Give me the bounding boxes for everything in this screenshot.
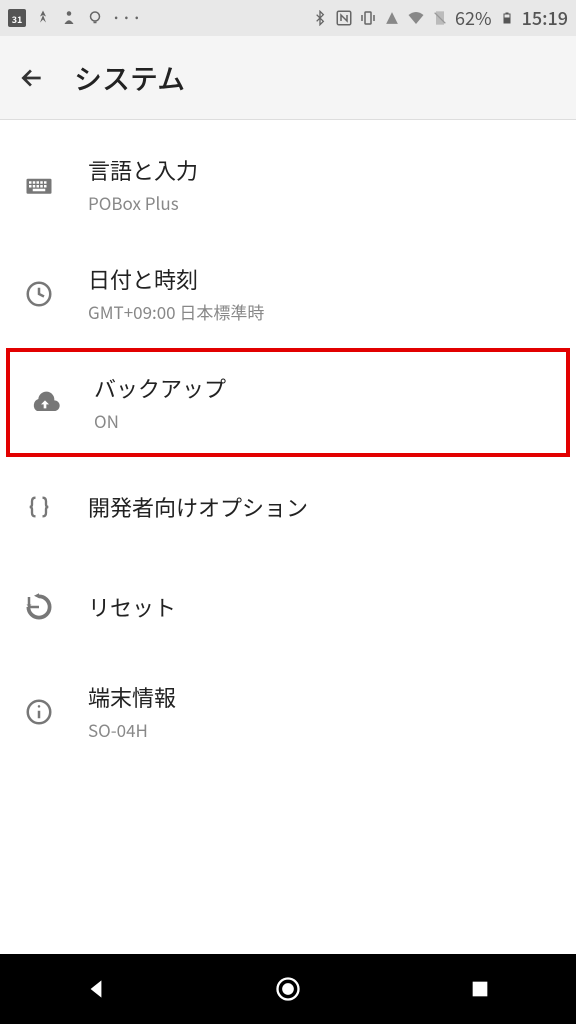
battery-icon	[498, 9, 516, 27]
clock-time: 15:19	[522, 5, 568, 31]
item-title: リセット	[88, 591, 176, 623]
info-icon	[20, 693, 58, 731]
app-bar: システム	[0, 36, 576, 120]
page-title: システム	[74, 58, 185, 98]
settings-list: 言語と入力 POBox Plus 日付と時刻 GMT+09:00 日本標準時 バ…	[0, 120, 576, 766]
leaf-icon	[34, 9, 52, 27]
more-icon: ···	[112, 8, 143, 28]
no-sim-icon	[431, 9, 449, 27]
status-left: 31 ···	[8, 8, 143, 28]
item-subtitle: SO-04H	[88, 717, 176, 742]
calendar-icon: 31	[8, 9, 26, 27]
navigation-bar	[0, 954, 576, 1024]
item-date-time[interactable]: 日付と時刻 GMT+09:00 日本標準時	[0, 239, 576, 348]
status-right: 62% 15:19	[311, 5, 568, 31]
item-title: 開発者向けオプション	[88, 491, 308, 523]
item-reset[interactable]: リセット	[0, 557, 576, 657]
item-backup[interactable]: バックアップ ON	[6, 348, 570, 457]
item-title: 日付と時刻	[88, 263, 264, 295]
nav-recents-button[interactable]	[460, 969, 500, 1009]
item-developer-options[interactable]: 開発者向けオプション	[0, 457, 576, 557]
cloud-upload-icon	[26, 384, 64, 422]
item-title: バックアップ	[94, 372, 226, 404]
reset-icon	[20, 588, 58, 626]
item-title: 言語と入力	[88, 154, 198, 186]
bulb-icon	[86, 9, 104, 27]
nfc-icon	[335, 9, 353, 27]
bluetooth-icon	[311, 9, 329, 27]
battery-percent: 62%	[455, 5, 492, 31]
wifi-icon	[407, 9, 425, 27]
item-subtitle: POBox Plus	[88, 190, 198, 215]
item-about-phone[interactable]: 端末情報 SO-04H	[0, 657, 576, 766]
signal-icon	[383, 9, 401, 27]
item-language-input[interactable]: 言語と入力 POBox Plus	[0, 130, 576, 239]
nav-home-button[interactable]	[268, 969, 308, 1009]
keyboard-icon	[20, 166, 58, 204]
clock-icon	[20, 275, 58, 313]
back-button[interactable]	[18, 64, 46, 92]
item-title: 端末情報	[88, 681, 176, 713]
item-subtitle: ON	[94, 408, 226, 433]
vibrate-icon	[359, 9, 377, 27]
person-icon	[60, 9, 78, 27]
item-subtitle: GMT+09:00 日本標準時	[88, 299, 264, 324]
braces-icon	[20, 488, 58, 526]
nav-back-button[interactable]	[76, 969, 116, 1009]
status-bar: 31 ··· 62% 1	[0, 0, 576, 36]
